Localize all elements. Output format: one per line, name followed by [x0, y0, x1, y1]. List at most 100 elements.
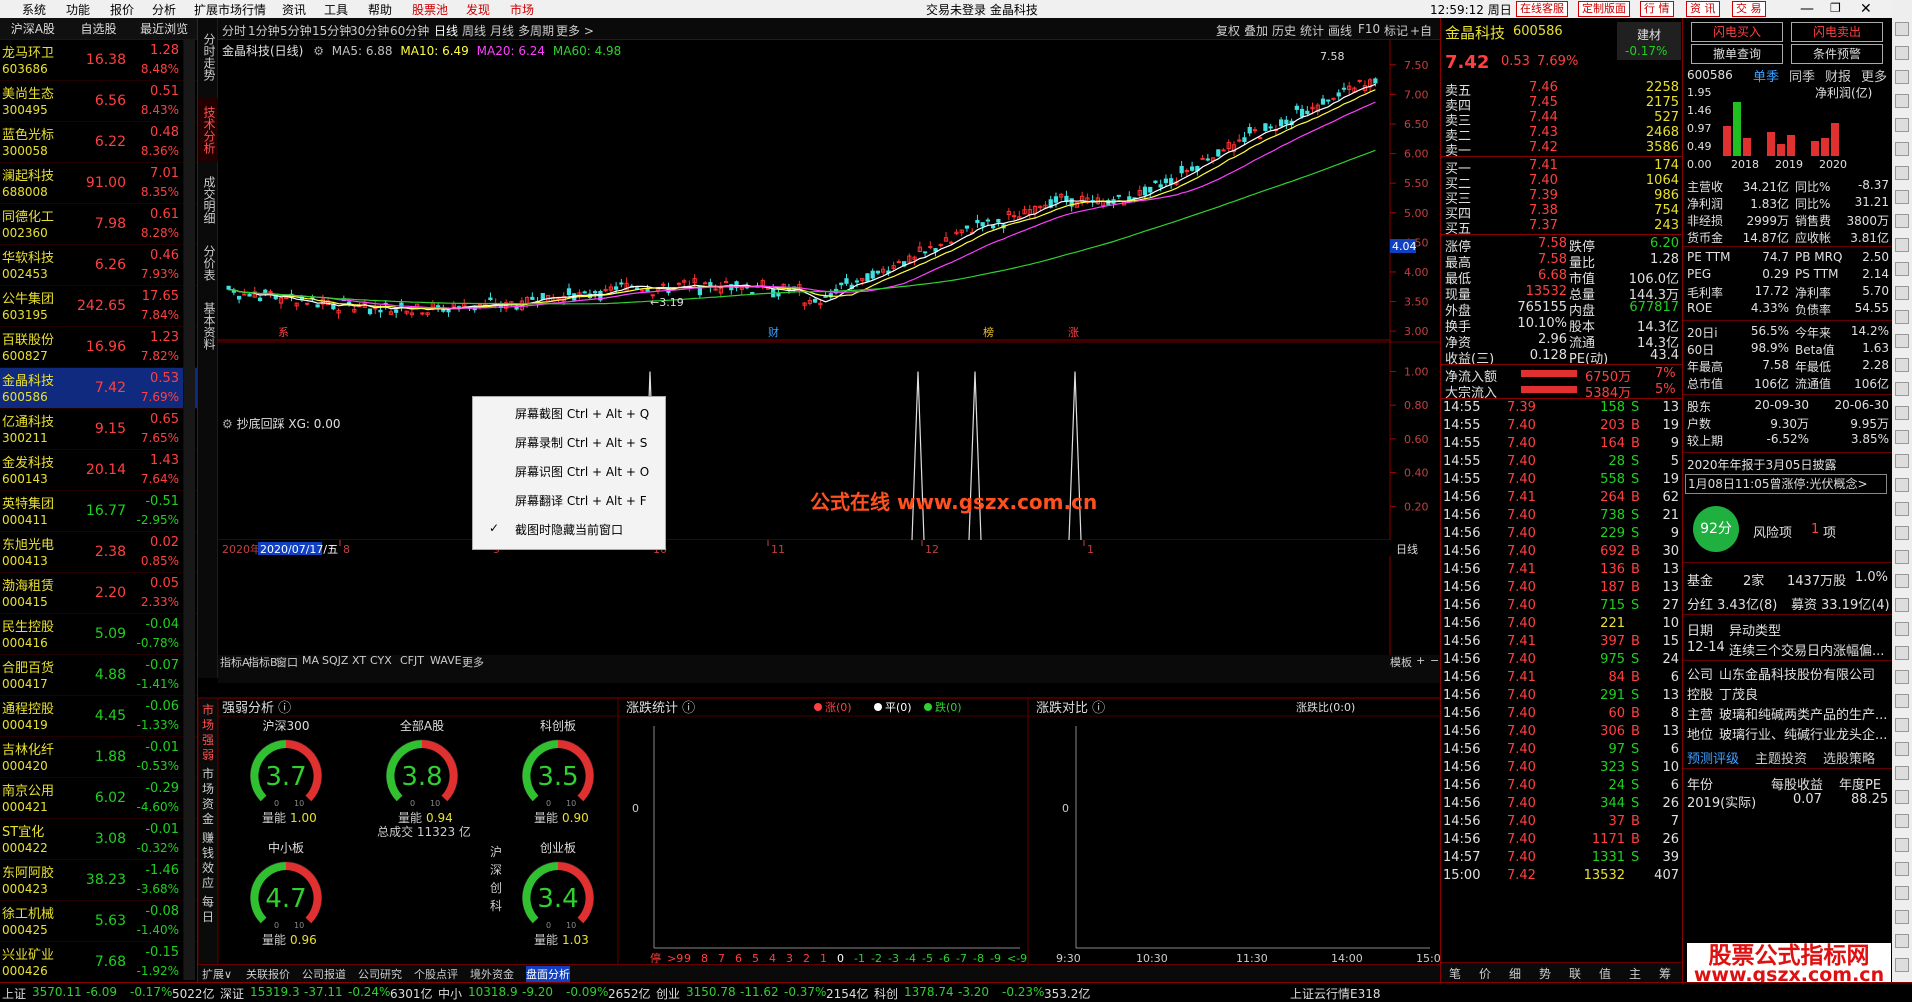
menu-news[interactable]: 资讯	[282, 1, 306, 18]
fin-link-1[interactable]: 主题投资	[1755, 748, 1807, 767]
stock-row[interactable]: 东阿阿胶 000423 38.23 -1.46 -3.68%	[0, 860, 197, 901]
side-tool-icon[interactable]	[1895, 814, 1909, 828]
chart-tool-3[interactable]: 统计	[1300, 22, 1324, 39]
bottom-tab-1[interactable]: 关联报价	[246, 966, 290, 982]
stock-row[interactable]: 徐工机械 000425 5.63 -0.08 -1.40%	[0, 901, 197, 942]
side-tool-icon[interactable]	[1895, 262, 1909, 276]
zoom-out-icon[interactable]: −	[1430, 654, 1439, 667]
menu-tools[interactable]: 工具	[324, 1, 348, 18]
indicator-tab-0[interactable]: 指标A	[220, 654, 250, 670]
side-tool-icon[interactable]	[1895, 214, 1909, 228]
score-badge[interactable]: 92分	[1693, 506, 1739, 552]
indicator-tab-5[interactable]: XT	[352, 654, 366, 667]
side-tool-icon[interactable]	[1895, 70, 1909, 84]
stock-row[interactable]: 渤海租赁 000415 2.20 0.05 2.33%	[0, 573, 197, 614]
side-tool-icon[interactable]	[1895, 238, 1909, 252]
menu-market[interactable]: 市场	[510, 1, 534, 18]
side-tool-icon[interactable]	[1895, 382, 1909, 396]
side-tool-icon[interactable]	[1895, 478, 1909, 492]
menu-discover[interactable]: 发现	[466, 1, 490, 18]
stock-row[interactable]: 公牛集团 603195 242.65 17.65 7.84%	[0, 286, 197, 327]
stock-row[interactable]: 通程控股 000419 4.45 -0.06 -1.33%	[0, 696, 197, 737]
list-scrollbar[interactable]	[183, 40, 195, 980]
indicator-tab-4[interactable]: SQJZ	[322, 654, 348, 667]
side-tool-icon[interactable]	[1895, 598, 1909, 612]
info-button[interactable]: 资 讯	[1686, 1, 1720, 17]
stock-row[interactable]: 吉林化纤 000420 1.88 -0.01 -0.53%	[0, 737, 197, 778]
chart-tool-0[interactable]: 复权	[1216, 22, 1240, 39]
bottom-tab-0[interactable]: 扩展∨	[202, 966, 232, 982]
stock-row[interactable]: 金发科技 600143 20.14 1.43 7.64%	[0, 450, 197, 491]
side-tool-icon[interactable]	[1895, 142, 1909, 156]
stock-row[interactable]: 华软科技 002453 6.26 0.46 7.93%	[0, 245, 197, 286]
chart-tool-5[interactable]: F10	[1358, 22, 1380, 36]
side-tool-icon[interactable]	[1895, 406, 1909, 420]
chart-tool-6[interactable]: 标记	[1384, 22, 1408, 39]
bottom-tab-5[interactable]: 境外资金	[470, 966, 514, 982]
side-tool-icon[interactable]	[1895, 430, 1909, 444]
quote-tab-0[interactable]: 笔	[1449, 965, 1461, 982]
online-service-button[interactable]: 在线客服	[1516, 1, 1568, 17]
stock-row[interactable]: 亿通科技 300211 9.15 0.65 7.65%	[0, 409, 197, 450]
menu-system[interactable]: 系统	[22, 1, 46, 18]
stock-row[interactable]: 东旭光电 000413 2.38 0.02 0.85%	[0, 532, 197, 573]
index-name[interactable]: 中小	[438, 985, 462, 1002]
side-tool-icon[interactable]	[1895, 454, 1909, 468]
tab-recent[interactable]: 最近浏览	[131, 18, 197, 39]
kline-svg[interactable]: 7.507.006.506.005.505.004.504.003.503.00…	[218, 40, 1440, 655]
side-tool-icon[interactable]	[1895, 190, 1909, 204]
side-tool-icon[interactable]	[1895, 358, 1909, 372]
side-tool-icon[interactable]	[1895, 838, 1909, 852]
fin-link-0[interactable]: 预测评级	[1687, 748, 1739, 767]
fin-button-0[interactable]: 闪电买入	[1691, 22, 1783, 42]
menu-item-screenshot[interactable]: 屏幕截图 Ctrl + Alt + Q	[515, 405, 649, 422]
period-6[interactable]: 日线	[434, 22, 458, 39]
quote-tab-7[interactable]: 筹	[1659, 965, 1671, 982]
index-name[interactable]: 深证	[220, 985, 244, 1002]
kline-chart-area[interactable]: 7.50 7.00 6.50 6.00 5.50 5.00 4.50 4.00 3.50 3.00…	[218, 40, 1440, 655]
bottom-tab-6[interactable]: 盘面分析	[526, 966, 570, 982]
trade-button[interactable]: 交 易	[1732, 1, 1766, 17]
stock-row[interactable]: 澜起科技 688008 91.00 7.01 8.35%	[0, 163, 197, 204]
restore-icon[interactable]: ❐	[1830, 1, 1841, 15]
fin-tab-3[interactable]: 更多	[1861, 66, 1887, 85]
side-tool-icon[interactable]	[1895, 118, 1909, 132]
menu-help[interactable]: 帮助	[368, 1, 392, 18]
side-tool-icon[interactable]	[1895, 862, 1909, 876]
stock-row[interactable]: 英特集团 000411 16.77 -0.51 -2.95%	[0, 491, 197, 532]
quote-tab-2[interactable]: 细	[1509, 965, 1521, 982]
side-tool-icon[interactable]	[1895, 718, 1909, 732]
news-item[interactable]: 1月08日11:05曾涨停:光伏概念>	[1685, 474, 1887, 494]
vtab-fundamentals[interactable]: 基本资料	[198, 294, 218, 358]
custom-layout-button[interactable]: 定制版面	[1578, 1, 1630, 17]
close-icon[interactable]: ✕	[1860, 1, 1872, 17]
quote-tab-1[interactable]: 价	[1479, 965, 1491, 982]
side-tool-icon[interactable]	[1895, 550, 1909, 564]
quote-tab-6[interactable]: 主	[1629, 965, 1641, 982]
fin-tab-1[interactable]: 同季	[1789, 66, 1815, 85]
menu-item-translate[interactable]: 屏幕翻译 Ctrl + Alt + F	[515, 492, 647, 509]
side-tool-icon[interactable]	[1895, 94, 1909, 108]
indicator-tab-6[interactable]: CYX	[370, 654, 392, 667]
side-tool-icon[interactable]	[1895, 790, 1909, 804]
side-tool-icon[interactable]	[1895, 166, 1909, 180]
tab-shsz-a[interactable]: 沪深A股	[0, 18, 66, 39]
menu-stock-pool[interactable]: 股票池	[412, 1, 448, 18]
period-7[interactable]: 周线	[462, 22, 486, 39]
index-name[interactable]: 创业	[656, 985, 680, 1002]
side-tool-icon[interactable]	[1895, 670, 1909, 684]
quote-tab-3[interactable]: 势	[1539, 965, 1551, 982]
stock-row[interactable]: 南京公用 000421 6.02 -0.29 -4.60%	[0, 778, 197, 819]
side-tool-icon[interactable]	[1895, 886, 1909, 900]
quote-button[interactable]: 行 情	[1640, 1, 1674, 17]
period-5[interactable]: 60分钟	[390, 22, 429, 39]
bottom-tab-2[interactable]: 公司报道	[302, 966, 346, 982]
settings-icon[interactable]: ⚙	[313, 44, 324, 58]
menu-function[interactable]: 功能	[66, 1, 90, 18]
quote-tab-4[interactable]: 联	[1569, 965, 1581, 982]
fin-button-1[interactable]: 闪电卖出	[1791, 22, 1883, 42]
chart-tool-2[interactable]: 历史	[1272, 22, 1296, 39]
stock-row[interactable]: 蓝色光标 300058 6.22 0.48 8.36%	[0, 122, 197, 163]
indicator-tab-9[interactable]: 更多	[462, 654, 484, 670]
fin-link-2[interactable]: 选股策略	[1823, 748, 1875, 767]
